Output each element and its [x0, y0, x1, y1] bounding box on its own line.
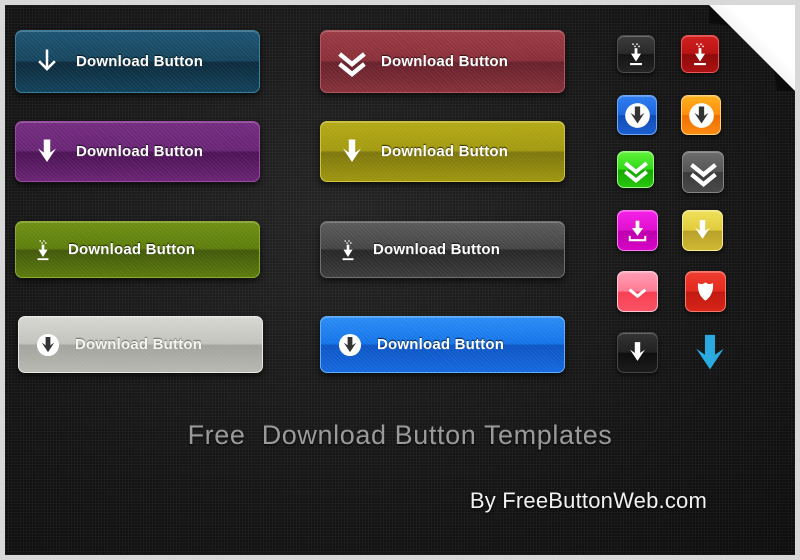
download-button-purple[interactable]: Download Button: [15, 121, 260, 182]
download-button-bright-blue[interactable]: Download Button: [320, 316, 565, 373]
bold-down-arrow-icon: [337, 137, 367, 167]
download-button-label: Download Button: [76, 53, 204, 70]
credit-text: By FreeButtonWeb.com: [469, 488, 707, 513]
circle-down-arrow-icon: [623, 101, 652, 130]
icon-orange-circle[interactable]: [681, 95, 721, 135]
double-chevron-down-icon: [689, 158, 718, 187]
page-curl-sheet: [709, 5, 795, 91]
icon-yellow-arrow[interactable]: [682, 210, 723, 251]
icon-gray-chevron[interactable]: [682, 151, 724, 193]
bold-down-arrow-icon: [32, 137, 62, 167]
bold-down-arrow-icon: [625, 340, 650, 365]
icon-crimson-shield[interactable]: [685, 271, 726, 312]
download-to-tray-icon: [688, 42, 712, 66]
icon-dark-tray[interactable]: [617, 35, 655, 73]
download-to-tray-icon: [337, 239, 359, 261]
download-button-green[interactable]: Download Button: [15, 221, 260, 278]
download-button-label: Download Button: [381, 53, 509, 70]
icon-green-chevron[interactable]: [617, 151, 654, 188]
download-button-silver[interactable]: Download Button: [18, 316, 263, 373]
cyan-arrow[interactable]: [687, 331, 733, 382]
icon-magenta-tray[interactable]: [617, 210, 658, 251]
bold-down-arrow-icon: [687, 334, 733, 381]
download-button-label: Download Button: [377, 336, 505, 353]
shield-icon: [693, 279, 718, 304]
circle-down-arrow-icon: [35, 332, 61, 358]
download-button-red[interactable]: Download Button: [320, 30, 565, 93]
double-chevron-down-icon: [623, 157, 649, 183]
thin-down-arrow-icon: [32, 47, 62, 77]
page-title: Free Download Button Templates: [187, 420, 613, 450]
download-button-olive[interactable]: Download Button: [320, 121, 565, 182]
poster-canvas: Download Button Download Button Download…: [5, 5, 795, 555]
icon-blue-circle[interactable]: [617, 95, 657, 135]
image-frame: Download Button Download Button Download…: [0, 0, 800, 560]
page-curl-fold: [709, 5, 795, 91]
page-curl-icon: [709, 5, 795, 91]
icon-pink-chevron[interactable]: [617, 271, 658, 312]
circle-down-arrow-icon: [337, 332, 363, 358]
download-button-label: Download Button: [75, 336, 203, 353]
download-button-gray[interactable]: Download Button: [320, 221, 565, 278]
download-button-label: Download Button: [373, 241, 501, 258]
bold-down-arrow-icon: [690, 218, 715, 243]
download-to-tray-icon: [32, 239, 54, 261]
chevron-down-icon: [627, 281, 648, 302]
icon-black-arrow[interactable]: [617, 332, 658, 373]
icon-red-tray[interactable]: [681, 35, 719, 73]
download-button-label: Download Button: [381, 143, 509, 160]
circle-down-arrow-icon: [687, 101, 716, 130]
tray-arrow-icon: [625, 218, 650, 243]
download-to-tray-icon: [624, 42, 648, 66]
download-button-navy[interactable]: Download Button: [15, 30, 260, 93]
download-button-label: Download Button: [68, 241, 196, 258]
double-chevron-down-icon: [337, 47, 367, 77]
download-button-label: Download Button: [76, 143, 204, 160]
